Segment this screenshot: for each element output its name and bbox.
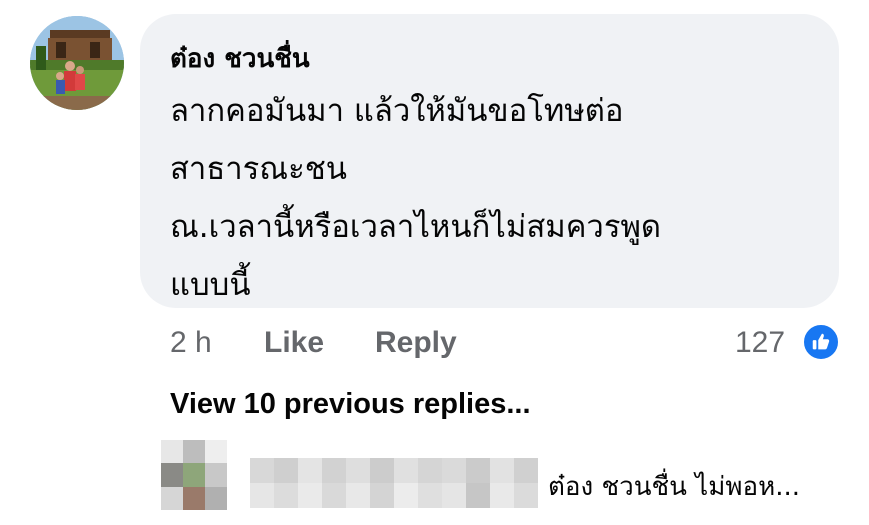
comment-body: ลากคอมันมา แล้วให้มันขอโทษต่อ สาธารณะชน … (170, 82, 810, 314)
latest-reply-preview[interactable]: ต๋อง ชวนชื่น ไม่พอห... (548, 466, 800, 507)
reply-button[interactable]: Reply (375, 326, 457, 360)
comment-line: ลากคอมันมา แล้วให้มันขอโทษต่อ (170, 93, 624, 129)
thumbs-up-glyph (812, 333, 830, 350)
reply-author-blurred (250, 458, 538, 508)
avatar-photo (30, 16, 124, 110)
comment-line: สาธารณะชน (170, 151, 347, 187)
thumbs-up-icon[interactable] (802, 323, 840, 361)
comment-line: แบบนี้ (170, 267, 251, 303)
commenter-avatar[interactable] (30, 16, 124, 110)
view-previous-replies-link[interactable]: View 10 previous replies... (170, 388, 531, 421)
comment-author-name[interactable]: ต๋อง ชวนชื่น (170, 38, 310, 79)
like-button[interactable]: Like (264, 326, 324, 360)
reply-avatar-pixelated[interactable] (161, 440, 227, 510)
comment-timestamp[interactable]: 2 h (170, 326, 212, 360)
reaction-count[interactable]: 127 (735, 326, 785, 360)
comment-line: ณ.เวลานี้หรือเวลาไหนก็ไม่สมควรพูด (170, 209, 662, 245)
